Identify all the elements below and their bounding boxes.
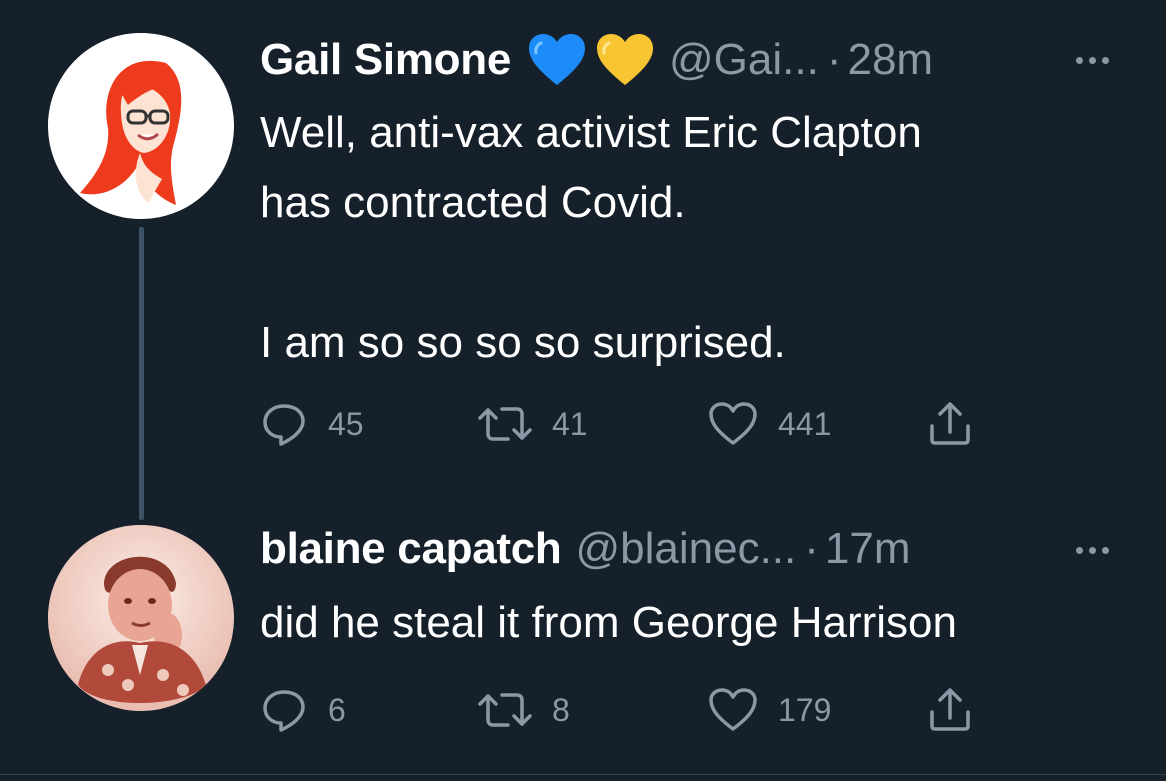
tweet-text: did he steal it from George Harrison bbox=[260, 588, 957, 658]
more-dot-icon bbox=[1102, 547, 1109, 554]
like-button[interactable]: 441 bbox=[708, 399, 831, 449]
timestamp[interactable]: 28m bbox=[847, 35, 933, 85]
display-name[interactable]: Gail Simone bbox=[260, 35, 511, 85]
more-dot-icon bbox=[1102, 57, 1109, 64]
handle[interactable]: @Gai... bbox=[669, 35, 819, 85]
reply-icon bbox=[263, 404, 305, 446]
tweet-text-line: has contracted Covid. bbox=[260, 178, 686, 227]
avatar-illustration bbox=[48, 33, 234, 219]
reply-icon bbox=[263, 690, 305, 732]
tweet-header: Gail Simone @Gai... · 28m bbox=[260, 32, 933, 88]
divider bbox=[0, 774, 1166, 775]
avatar[interactable] bbox=[48, 33, 234, 219]
blue-heart-icon bbox=[529, 34, 585, 85]
like-count: 179 bbox=[778, 691, 832, 728]
more-dot-icon bbox=[1076, 57, 1083, 64]
heart-icon bbox=[709, 688, 757, 731]
share-button[interactable] bbox=[926, 685, 974, 735]
reply-count: 45 bbox=[328, 405, 364, 442]
display-name[interactable]: blaine capatch bbox=[260, 524, 562, 574]
share-icon bbox=[930, 688, 970, 731]
handle[interactable]: @blainec... bbox=[575, 524, 796, 574]
share-button[interactable] bbox=[926, 399, 974, 449]
tweet-header: blaine capatch @blainec... · 17m bbox=[260, 521, 911, 577]
avatar-photo bbox=[48, 525, 234, 711]
tweet-text: Well, anti-vax activist Eric Clapton has… bbox=[260, 98, 922, 378]
avatar[interactable] bbox=[48, 525, 234, 711]
timestamp[interactable]: 17m bbox=[825, 524, 911, 574]
separator-dot: · bbox=[804, 524, 819, 573]
reply-count: 6 bbox=[328, 691, 346, 728]
retweet-button[interactable]: 41 bbox=[478, 399, 588, 449]
retweet-count: 41 bbox=[552, 405, 588, 442]
retweet-icon bbox=[478, 407, 532, 441]
more-dot-icon bbox=[1089, 57, 1096, 64]
tweet-text-line: I am so so so so surprised. bbox=[260, 318, 786, 367]
tweet-text-line: Well, anti-vax activist Eric Clapton bbox=[260, 108, 922, 157]
retweet-count: 8 bbox=[552, 691, 570, 728]
tweet-text-line: did he steal it from George Harrison bbox=[260, 598, 957, 647]
like-button[interactable]: 179 bbox=[708, 685, 831, 735]
reply-button[interactable]: 6 bbox=[260, 685, 346, 735]
retweet-button[interactable]: 8 bbox=[478, 685, 570, 735]
name-emojis bbox=[527, 33, 655, 87]
heart-icon bbox=[709, 402, 757, 445]
more-options-button[interactable] bbox=[1076, 547, 1109, 554]
more-options-button[interactable] bbox=[1076, 57, 1109, 64]
thread-connector-line bbox=[139, 227, 144, 520]
more-dot-icon bbox=[1076, 547, 1083, 554]
share-icon bbox=[930, 402, 970, 445]
tweet-text-line bbox=[260, 238, 922, 308]
like-count: 441 bbox=[778, 405, 832, 442]
retweet-icon bbox=[478, 693, 532, 727]
more-dot-icon bbox=[1089, 547, 1096, 554]
tweet-actions: 6 8 179 bbox=[260, 685, 980, 735]
yellow-heart-icon bbox=[597, 34, 653, 85]
tweet-actions: 45 41 441 bbox=[260, 399, 980, 449]
separator-dot: · bbox=[826, 35, 842, 84]
reply-button[interactable]: 45 bbox=[260, 399, 364, 449]
